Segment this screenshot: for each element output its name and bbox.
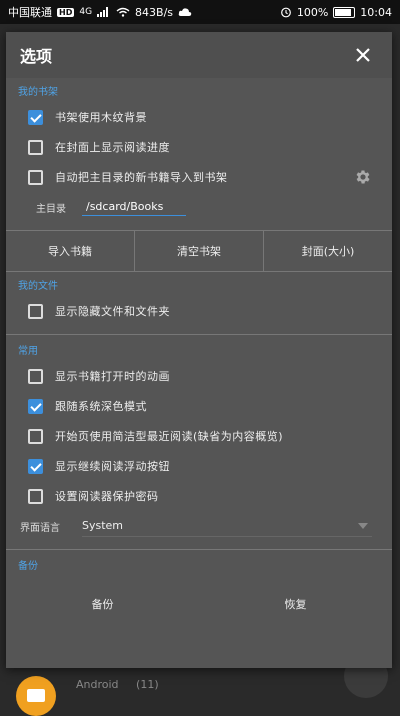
language-row: 界面语言 System [6,511,392,541]
options-dialog: 选项 我的书架 书架使用木纹背景 在封面上显示阅读进度 自动把主目录的新书籍导入… [6,32,392,668]
dialog-title: 选项 [20,47,53,66]
background-app: Android (11) [0,654,400,716]
network-label: 4G [79,7,93,17]
option-auto-import[interactable]: 自动把主目录的新书籍导入到书架 [6,162,392,192]
bookshelf-button-row: 导入书籍 清空书架 封面(大小) [6,231,392,272]
option-label: 显示继续阅读浮动按钮 [55,460,170,473]
option-show-progress-on-cover[interactable]: 在封面上显示阅读进度 [6,132,392,162]
option-continue-reading-button[interactable]: 显示继续阅读浮动按钮 [6,451,392,481]
section-title-files: 我的文件 [18,281,58,292]
hd-badge: HD [57,7,75,17]
cloud-icon [178,8,192,16]
option-label: 设置阅读器保护密码 [55,490,159,503]
language-label: 界面语言 [20,522,60,534]
main-directory-row: 主目录 [6,192,392,222]
checkbox[interactable] [28,139,43,155]
option-follow-system-dark-mode[interactable]: 跟随系统深色模式 [6,391,392,421]
battery-icon [333,6,356,18]
checkbox[interactable] [28,109,43,125]
option-label: 跟随系统深色模式 [55,400,147,413]
option-label: 显示书籍打开时的动画 [55,370,170,383]
folder-name: Android [76,678,119,691]
checkbox[interactable] [28,303,43,319]
checkbox[interactable] [28,368,43,384]
option-reader-password[interactable]: 设置阅读器保护密码 [6,481,392,511]
main-directory-input[interactable] [82,198,186,216]
status-bar: 中国联通 HD 4G 843B/s 100% 10:04 [0,0,400,24]
option-wood-background[interactable]: 书架使用木纹背景 [6,102,392,132]
section-title-general: 常用 [18,346,38,357]
battery-label: 100% [296,5,329,19]
close-button[interactable] [350,42,376,68]
language-select[interactable]: System [82,515,372,537]
import-books-button[interactable]: 导入书籍 [6,231,135,271]
restore-button[interactable]: 恢复 [199,584,392,624]
backup-button-row: 备份 恢复 [6,584,392,624]
checkbox[interactable] [28,488,43,504]
chevron-down-icon [358,522,368,529]
section-title-backup: 备份 [18,561,38,572]
carrier-label: 中国联通 [8,6,52,19]
language-value: System [82,519,124,532]
close-icon [356,48,370,62]
option-label: 自动把主目录的新书籍导入到书架 [55,171,228,184]
main-directory-label: 主目录 [36,203,66,215]
option-show-hidden-files[interactable]: 显示隐藏文件和文件夹 [6,296,392,326]
backup-button[interactable]: 备份 [6,584,199,624]
alarm-icon [280,7,291,18]
checkbox[interactable] [28,428,43,444]
option-label: 书架使用木纹背景 [55,111,147,124]
background-list-item: Android (11) [76,678,159,691]
folder-icon [16,676,56,716]
speed-label: 843B/s [135,5,174,19]
signal-icon [97,7,109,17]
option-open-animation[interactable]: 显示书籍打开时的动画 [6,361,392,391]
folder-count: (11) [136,678,159,691]
section-title-bookshelf: 我的书架 [18,87,58,98]
cover-size-button[interactable]: 封面(大小) [264,231,392,271]
time-label: 10:04 [360,5,392,19]
checkbox[interactable] [28,458,43,474]
option-label: 在封面上显示阅读进度 [55,141,170,154]
wifi-icon [116,7,130,17]
option-label: 开始页使用简洁型最近阅读(缺省为内容概览) [55,430,284,443]
clear-bookshelf-button[interactable]: 清空书架 [135,231,264,271]
checkbox[interactable] [28,398,43,414]
option-label: 显示隐藏文件和文件夹 [55,305,170,318]
gear-icon[interactable] [354,168,372,186]
checkbox[interactable] [28,169,43,185]
dialog-header: 选项 [6,32,392,78]
option-simple-recent-reading[interactable]: 开始页使用简洁型最近阅读(缺省为内容概览) [6,421,392,451]
